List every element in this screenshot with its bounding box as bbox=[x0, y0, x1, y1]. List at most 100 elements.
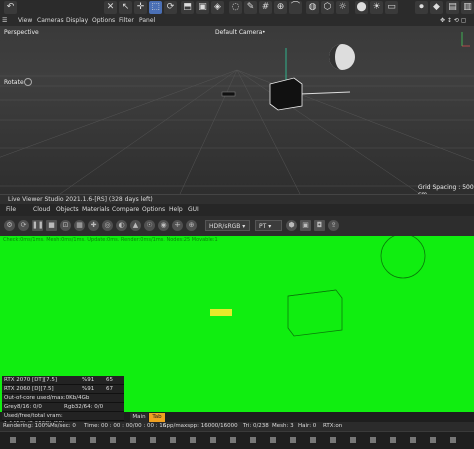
spline-icon[interactable]: ☼ bbox=[336, 1, 349, 14]
zoom-icon[interactable]: ⊕ bbox=[186, 220, 197, 231]
scene-icon[interactable]: ◍ bbox=[306, 1, 319, 14]
cube-object[interactable] bbox=[269, 77, 303, 111]
live-viewer-toolbar: ⚙ ⟳ ❚❚ ■ ⊡ ▦ ✚ ◎ ◐ ▲ ☉ ◉ ⁜ ⊕ HDR/sRGB ▾ … bbox=[0, 216, 474, 236]
camera-snapshot-icon[interactable]: ◘ bbox=[314, 220, 325, 231]
restart-icon[interactable]: ⟳ bbox=[18, 220, 29, 231]
light-gizmo bbox=[380, 236, 426, 279]
render-status-bar: Rendering: 100% Ms/sec: 0 Time: 00 : 00 … bbox=[0, 422, 474, 431]
status-rendering: Rendering: 100% bbox=[3, 423, 51, 429]
floor-icon[interactable]: ▭ bbox=[385, 1, 398, 14]
undo-icon[interactable]: ↶ bbox=[4, 1, 17, 14]
menu-display[interactable]: Display bbox=[66, 16, 88, 26]
lv-menu-objects[interactable]: Objects bbox=[56, 204, 79, 216]
stats-row: Grey8/16: 0/0 Rgb32/64: 0/0 bbox=[2, 403, 124, 412]
color-mode-select[interactable]: HDR/sRGB ▾ bbox=[205, 220, 250, 231]
pen-icon[interactable]: ✎ bbox=[244, 1, 257, 14]
menu-filter[interactable]: Filter bbox=[119, 16, 134, 26]
lv-menu-compare[interactable]: Compare bbox=[112, 204, 139, 216]
status-tri: Tri: 0/238 bbox=[243, 423, 269, 429]
generator-icon[interactable]: ⬡ bbox=[321, 1, 334, 14]
x-axis bbox=[299, 91, 351, 95]
stats-row: Used/free/total vram: 1.145Gb/3.262Gb/6G… bbox=[2, 412, 124, 427]
status-ms: Ms/sec: 0 bbox=[50, 423, 76, 429]
viewport-nav-icons[interactable]: ✥ ↕ ⟲ ▢ bbox=[440, 16, 466, 26]
key-icon[interactable]: ◆ bbox=[430, 1, 443, 14]
lv-menu-file[interactable]: File bbox=[6, 204, 16, 216]
status-hair: Hair: 0 bbox=[298, 423, 317, 429]
scale-icon[interactable]: ⬚ bbox=[149, 1, 162, 14]
rotate-icon-indicator bbox=[24, 78, 32, 86]
stats-row: Out-of-core used/max:0Kb/4Gb bbox=[2, 394, 124, 403]
menu-options[interactable]: Options bbox=[92, 16, 115, 26]
clay-mode-icon[interactable]: ◉ bbox=[158, 220, 169, 231]
viewport-menu-icon[interactable]: ☰ bbox=[2, 16, 7, 26]
menu-view[interactable]: View bbox=[18, 16, 32, 26]
gpu-2-label: RTX 2060 [D][7.5] bbox=[4, 386, 54, 392]
focus-icon[interactable]: ◎ bbox=[102, 220, 113, 231]
layout-icon[interactable]: ▥ bbox=[461, 1, 474, 14]
lv-menu-cloud[interactable]: Cloud bbox=[33, 204, 50, 216]
grey-textures-label: Grey8/16: 0/0 bbox=[4, 404, 42, 410]
deformer-icon[interactable]: ⌒ bbox=[289, 1, 302, 14]
perspective-viewport[interactable]: Perspective Default Camera • Rotate Grid… bbox=[0, 26, 474, 194]
picker-icon[interactable]: ✚ bbox=[88, 220, 99, 231]
stats-row: RTX 2060 [D][7.5] %91 67 bbox=[2, 385, 124, 394]
region-icon[interactable]: ▦ bbox=[74, 220, 85, 231]
cube-wireframe bbox=[287, 289, 343, 337]
selected-plane[interactable] bbox=[210, 309, 232, 316]
lv-menu-options[interactable]: Options bbox=[142, 204, 165, 216]
status-mesh: Mesh: 3 bbox=[272, 423, 294, 429]
timeline-strip[interactable] bbox=[0, 431, 474, 449]
menu-panel[interactable]: Panel bbox=[139, 16, 155, 26]
menu-cameras[interactable]: Cameras bbox=[37, 16, 64, 26]
rgb-textures-label: Rgb32/64: 0/0 bbox=[64, 404, 104, 410]
pause-icon[interactable]: ❚❚ bbox=[32, 220, 44, 231]
lock-icon[interactable]: ⊡ bbox=[60, 220, 71, 231]
render-icon[interactable]: ⬒ bbox=[181, 1, 194, 14]
lv-menu-materials[interactable]: Materials bbox=[82, 204, 110, 216]
viewport-name: Perspective bbox=[4, 29, 39, 36]
plane-object[interactable] bbox=[221, 91, 236, 97]
viewport-mode: Rotate bbox=[4, 79, 24, 86]
live-viewer-menubar: File Cloud Objects Materials Compare Opt… bbox=[0, 204, 474, 216]
hexagon-icon[interactable]: ⬢ bbox=[286, 220, 297, 231]
timeline-icon[interactable]: ▤ bbox=[446, 1, 459, 14]
settings-gear-icon[interactable]: ⚙ bbox=[4, 220, 15, 231]
move-icon[interactable]: ✛ bbox=[134, 1, 147, 14]
gpu-2-usage: %91 bbox=[82, 386, 95, 392]
subsample-icon[interactable]: ⁜ bbox=[172, 220, 183, 231]
stop-icon[interactable]: ■ bbox=[46, 220, 57, 231]
export-icon[interactable]: ⇪ bbox=[328, 220, 339, 231]
lv-menu-gui[interactable]: GUI bbox=[188, 204, 199, 216]
lv-menu-help[interactable]: Help bbox=[169, 204, 183, 216]
camera-indicator: • bbox=[262, 29, 266, 36]
render-view-icon[interactable]: ▣ bbox=[196, 1, 209, 14]
subdivision-icon[interactable]: # bbox=[259, 1, 272, 14]
gpu-2-temp: 67 bbox=[106, 386, 113, 392]
render-settings-icon[interactable]: ◈ bbox=[211, 1, 224, 14]
timeline-ticks bbox=[10, 437, 456, 443]
viewport-camera[interactable]: Default Camera bbox=[215, 29, 262, 36]
select-icon[interactable]: ↖ bbox=[119, 1, 132, 14]
grid-spacing: Grid Spacing : 500 cm bbox=[418, 184, 474, 194]
redo-icon[interactable]: ✕ bbox=[104, 1, 117, 14]
object-picker-icon[interactable]: ▲ bbox=[130, 220, 141, 231]
tab-second[interactable]: Tab bbox=[149, 413, 165, 422]
viewport-grid bbox=[0, 32, 474, 194]
rotate-icon[interactable]: ⟳ bbox=[164, 1, 177, 14]
main-toolbar: ↶ ✕ ↖ ✛ ⬚ ⟳ ⬒ ▣ ◈ ◌ ✎ # ⊕ ⌒ ◍ ⬡ ☼ ⬤ ☀ ▭ … bbox=[0, 0, 474, 17]
cube-icon[interactable]: ◌ bbox=[229, 1, 242, 14]
camera-icon[interactable]: ⬤ bbox=[355, 1, 368, 14]
light-icon[interactable]: ☀ bbox=[370, 1, 383, 14]
render-mode-select[interactable]: PT ▾ bbox=[255, 220, 282, 231]
stats-row: RTX 2070 [DT][7.5] %91 65 bbox=[2, 376, 124, 385]
material-picker-icon[interactable]: ◐ bbox=[116, 220, 127, 231]
status-spp: Spp/maxspp: 16000/16000 bbox=[163, 423, 238, 429]
out-of-core-label: Out-of-core used/max:0Kb/4Gb bbox=[4, 395, 90, 401]
tab-main[interactable]: Main bbox=[130, 413, 148, 422]
white-balance-icon[interactable]: ☉ bbox=[144, 220, 155, 231]
image-icon[interactable]: ▣ bbox=[300, 220, 311, 231]
cloner-icon[interactable]: ⊕ bbox=[274, 1, 287, 14]
gpu-1-label: RTX 2070 [DT][7.5] bbox=[4, 377, 57, 383]
record-icon[interactable]: ⏺ bbox=[415, 1, 428, 14]
